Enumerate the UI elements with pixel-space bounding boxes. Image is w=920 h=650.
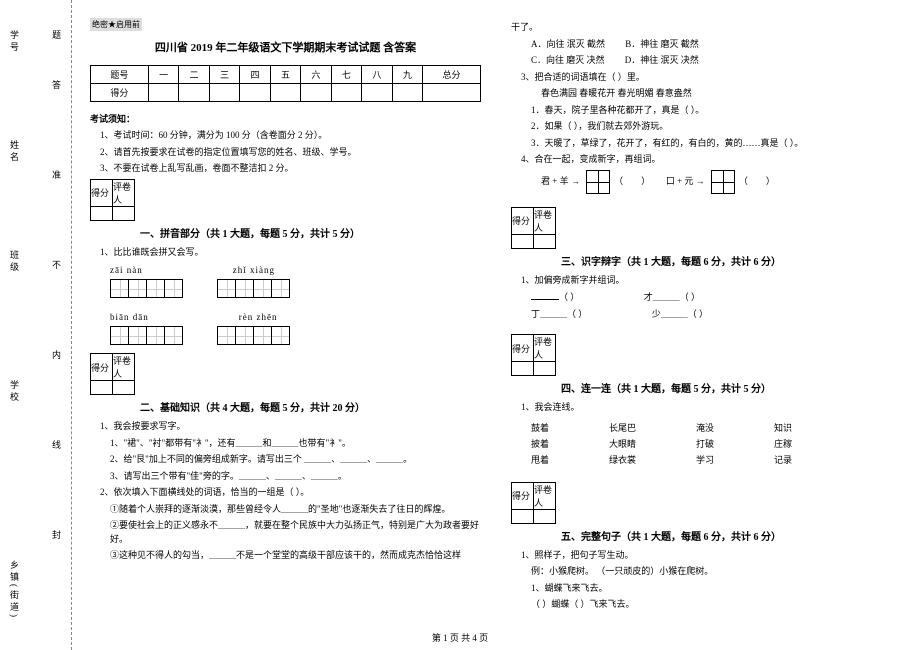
match-columns: 鼓着披着甩着 长尾巴大眼睛绿衣裳 淹没打破学习 知识庄稼记录 <box>531 421 902 466</box>
seal-char: 题 <box>50 30 63 47</box>
notice-item: 2、请首先按要求在试卷的指定位置填写您的姓名、班级、学号。 <box>100 146 481 160</box>
pinyin: rèn zhēn <box>239 312 278 322</box>
notice-item: 3、不要在试卷上乱写乱画，卷面不整洁扣 2 分。 <box>100 162 481 176</box>
pinyin: zhǐ xiàng <box>233 265 275 275</box>
option: A．向往 泯灭 截然 <box>531 38 605 52</box>
th: 总分 <box>423 66 481 84</box>
margin-field-class: 班级 <box>8 250 21 274</box>
seal-char: 不 <box>50 260 63 277</box>
seal-char: 内 <box>50 350 63 367</box>
line: 2、给"艮"加上不同的偏旁组成新字。请写出三个 ＿＿＿、＿＿＿、＿＿＿。 <box>110 453 481 467</box>
th: 题号 <box>91 66 149 84</box>
section5-title: 五、完整句子（共 1 大题，每题 6 分，共计 6 分） <box>561 528 902 543</box>
margin-field-school: 学校 <box>8 380 21 404</box>
th: 六 <box>301 66 331 84</box>
secret-tag: 绝密★启用前 <box>90 18 142 31</box>
exam-title: 四川省 2019 年二年级语文下学期期末考试试题 含答案 <box>90 39 481 55</box>
char-box[interactable] <box>586 170 610 194</box>
seal-char: 准 <box>50 170 63 187</box>
combine: 君 + 羊 → <box>541 176 580 186</box>
q: 2、依次填入下面横线处的词语，恰当的一组是（ ）。 <box>100 486 481 500</box>
score-mini: 得分评卷人 <box>511 207 556 249</box>
section1-title: 一、拼音部分（共 1 大题，每题 5 分，共计 5 分） <box>140 225 481 240</box>
line: ①随着个人崇拜的逐渐淡漠，那些曾经令人＿＿＿的"圣地"也逐渐失去了往日的辉煌。 <box>110 503 481 517</box>
char-box[interactable] <box>711 170 735 194</box>
q: 4、合在一起，变成新字，再组词。 <box>521 153 902 167</box>
option: B．神往 磨灭 截然 <box>625 38 699 52</box>
th: 七 <box>331 66 361 84</box>
line: （ ）蝴蝶（ ）飞来飞去。 <box>531 598 902 612</box>
q1: 1、比比谁既会拼又会写。 <box>100 246 481 260</box>
write-grid[interactable] <box>110 326 183 345</box>
wordbank: 春色满园 春暖花开 春光明媚 春意盎然 <box>541 87 902 101</box>
line: ②要使社会上的正义感永不＿＿＿，就要在整个民族中大力弘扬正气，特别是广大为政者要… <box>110 519 481 546</box>
write-grid[interactable] <box>217 326 290 345</box>
line: 干了。 <box>511 21 902 35</box>
right-column: 干了。 A．向往 泯灭 截然 B．神往 磨灭 截然 C．向往 磨灭 决然 D．神… <box>511 18 902 626</box>
th: 二 <box>179 66 209 84</box>
combine: 口 + 元 → <box>666 176 705 186</box>
line: 2．如果（ ），我们就去郊外游玩。 <box>531 120 902 134</box>
q: 3、把合适的词语填在（ ）里。 <box>521 71 902 85</box>
score-mini: 得分评卷人 <box>90 179 135 221</box>
seal-char: 封 <box>50 530 63 547</box>
th: 四 <box>240 66 270 84</box>
th: 得分 <box>91 84 149 102</box>
margin-field-town: 乡镇(街道) <box>8 560 21 620</box>
score-mini: 得分评卷人 <box>511 334 556 376</box>
q: 1、加偏旁成新字并组词。 <box>521 274 902 288</box>
th: 八 <box>362 66 392 84</box>
line: ③这种见不得人的勾当，＿＿＿不是一个堂堂的高级干部应该干的，然而成克杰恰恰这样 <box>110 549 481 563</box>
q: 1、我会按要求写字。 <box>100 420 481 434</box>
line: 3、请写出三个带有"佳"旁的字。＿＿＿、＿＿＿、＿＿＿。 <box>110 470 481 484</box>
score-mini: 得分评卷人 <box>90 353 135 395</box>
notice-item: 1、考试时间：60 分钟，满分为 100 分（含卷面分 2 分）。 <box>100 129 481 143</box>
score-mini: 得分评卷人 <box>511 482 556 524</box>
write-grid[interactable] <box>217 279 290 298</box>
score-table: 题号 一 二 三 四 五 六 七 八 九 总分 得分 <box>90 65 481 102</box>
th: 九 <box>392 66 422 84</box>
line: 1、"裙"、"衬"都带有"衤"，还有＿＿＿和＿＿＿也带有"衤"。 <box>110 437 481 451</box>
section2-title: 二、基础知识（共 4 大题，每题 5 分，共计 20 分） <box>140 399 481 414</box>
section3-title: 三、识字辩字（共 1 大题，每题 6 分，共计 6 分） <box>561 253 902 268</box>
option: D．神往 泯灭 决然 <box>625 54 699 68</box>
pinyin: zāi nàn <box>110 265 143 275</box>
line: 1．春天，院子里各种花都开了，真是（ ）。 <box>531 104 902 118</box>
option: C．向往 磨灭 决然 <box>531 54 605 68</box>
margin-field-name: 姓名 <box>8 140 21 164</box>
page-footer: 第 1 页 共 4 页 <box>0 631 920 644</box>
seal-char: 答 <box>50 80 63 97</box>
notice-head: 考试须知： <box>90 112 481 125</box>
left-column: 绝密★启用前 四川省 2019 年二年级语文下学期期末考试试题 含答案 题号 一… <box>90 18 481 626</box>
margin-field-studentno: 学号 <box>8 30 21 54</box>
th: 三 <box>209 66 239 84</box>
q: 1、我会连线。 <box>521 401 902 415</box>
line: 1、蝴蝶飞来飞去。 <box>531 582 902 596</box>
q: 1、照样子，把句子写生动。 <box>521 549 902 563</box>
th: 五 <box>270 66 300 84</box>
line: 3．天暖了，草绿了，花开了，有红的，有白的，黄的……真是（ ）。 <box>531 137 902 151</box>
example: 例：小猴爬树。 （一只顽皮的）小猴在爬树。 <box>531 565 902 579</box>
section4-title: 四、连一连（共 1 大题，每题 5 分，共计 5 分） <box>561 380 902 395</box>
binding-margin: 学号 姓名 班级 学校 乡镇(街道) 题 答 准 不 内 线 封 <box>0 0 72 650</box>
seal-char: 线 <box>50 440 63 457</box>
write-grid[interactable] <box>110 279 183 298</box>
pinyin: biān dān <box>110 312 149 322</box>
th: 一 <box>148 66 178 84</box>
